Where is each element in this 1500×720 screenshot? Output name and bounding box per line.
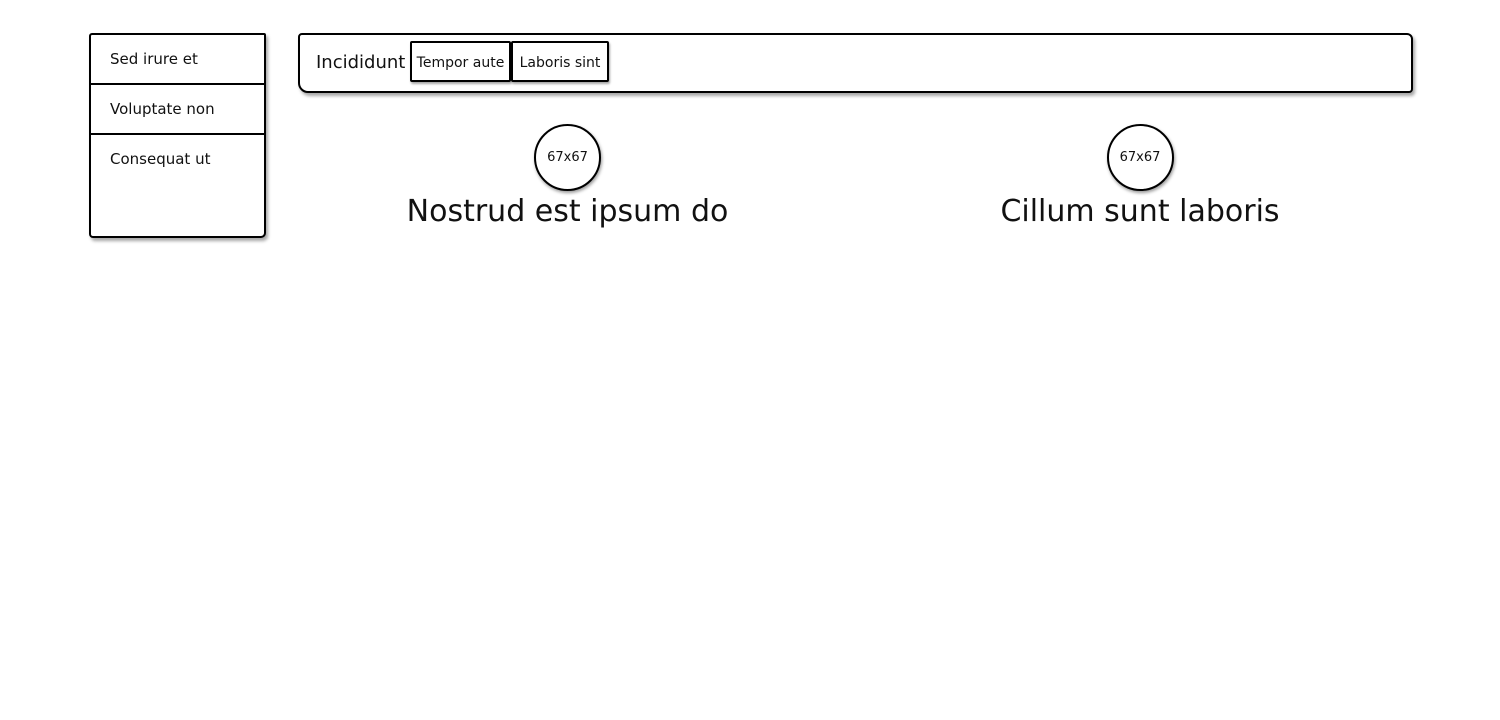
- navbar-brand[interactable]: Incididunt: [316, 35, 405, 91]
- avatar-image-placeholder: 67x67: [1106, 124, 1174, 191]
- sidebar-menu: Sed irure et Voluptate non Consequat ut: [89, 33, 266, 238]
- sidebar-item-consequat-ut[interactable]: Consequat ut: [91, 135, 264, 183]
- sidebar-item-sed-irure-et[interactable]: Sed irure et: [91, 35, 264, 85]
- profile-card-2: 67x67 Cillum sunt laboris: [990, 124, 1290, 232]
- card-title: Nostrud est ipsum do: [406, 194, 729, 229]
- profile-card-1: 67x67 Nostrud est ipsum do: [400, 124, 735, 232]
- laboris-sint-button[interactable]: Laboris sint: [511, 41, 609, 82]
- sidebar-item-voluptate-non[interactable]: Voluptate non: [91, 85, 264, 135]
- avatar-image-placeholder: 67x67: [534, 124, 601, 191]
- card-title: Cillum sunt laboris: [1000, 194, 1280, 229]
- tempor-aute-button[interactable]: Tempor aute: [410, 41, 511, 82]
- top-navbar: Incididunt Tempor aute Laboris sint: [298, 33, 1413, 93]
